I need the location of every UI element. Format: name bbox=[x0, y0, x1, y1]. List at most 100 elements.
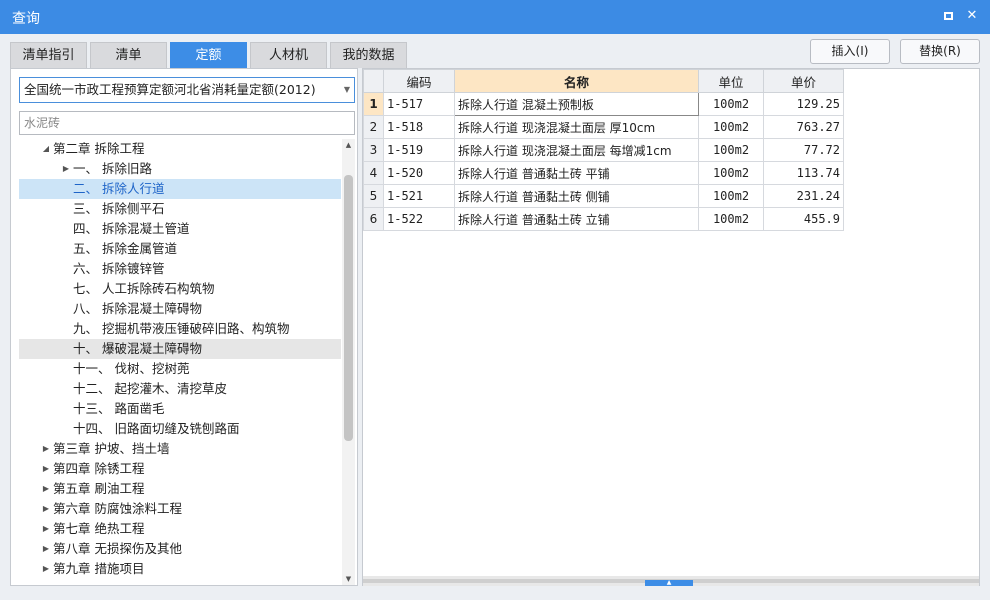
expanded-arrow-icon[interactable]: ◢ bbox=[41, 139, 51, 159]
tree-item-chapter-9[interactable]: ▶ 第九章 措施项目 bbox=[19, 559, 341, 579]
table-row[interactable]: 2 1-518 拆除人行道 现浇混凝土面层 厚10cm 100m2 763.27 bbox=[363, 115, 844, 139]
table-row[interactable]: 5 1-521 拆除人行道 普通黏土砖 侧铺 100m2 231.24 bbox=[363, 184, 844, 208]
tree-scrollbar[interactable]: ▲ ▼ bbox=[342, 139, 355, 585]
cell-code[interactable]: 1-519 bbox=[383, 138, 455, 162]
tree-item-chapter-3[interactable]: ▶ 第三章 护坡、挡土墙 bbox=[19, 439, 341, 459]
tree-scrollbar-thumb[interactable] bbox=[344, 175, 353, 441]
tree-item-section-9[interactable]: 九、 挖掘机带液压锤破碎旧路、构筑物 bbox=[19, 319, 341, 339]
chevron-down-icon: ▼ bbox=[343, 85, 350, 94]
tree-item-section-4[interactable]: 四、 拆除混凝土管道 bbox=[19, 219, 341, 239]
tree-item-chapter-7[interactable]: ▶ 第七章 绝热工程 bbox=[19, 519, 341, 539]
collapsed-arrow-icon[interactable]: ▶ bbox=[61, 159, 71, 179]
tree-item-section-11[interactable]: 十一、 伐树、挖树蔸 bbox=[19, 359, 341, 379]
tree-item-chapter-4[interactable]: ▶ 第四章 除锈工程 bbox=[19, 459, 341, 479]
tree-item-chapter-5[interactable]: ▶ 第五章 刷油工程 bbox=[19, 479, 341, 499]
tree-item-chapter-6[interactable]: ▶ 第六章 防腐蚀涂料工程 bbox=[19, 499, 341, 519]
tree-item-chapter-2[interactable]: ◢ 第二章 拆除工程 bbox=[19, 139, 341, 159]
close-button[interactable]: ✕ bbox=[962, 6, 982, 26]
cell-unit[interactable]: 100m2 bbox=[698, 161, 764, 185]
cell-unit[interactable]: 100m2 bbox=[698, 92, 764, 116]
cell-price[interactable]: 455.9 bbox=[763, 207, 844, 231]
collapsed-arrow-icon[interactable]: ▶ bbox=[41, 559, 51, 579]
quota-table: 编码 名称 单位 单价 1 1-517 拆除人行道 混凝土预制板 100m2 1… bbox=[363, 69, 844, 231]
window-title: 查询 bbox=[12, 11, 40, 27]
column-header-price[interactable]: 单价 bbox=[763, 69, 844, 93]
table-row[interactable]: 4 1-520 拆除人行道 普通黏土砖 平铺 100m2 113.74 bbox=[363, 161, 844, 185]
corner-header bbox=[363, 69, 384, 93]
chevron-up-icon: ▲ bbox=[666, 579, 672, 586]
cell-unit[interactable]: 100m2 bbox=[698, 207, 764, 231]
column-header-name[interactable]: 名称 bbox=[454, 69, 699, 93]
cell-name[interactable]: 拆除人行道 普通黏土砖 侧铺 bbox=[454, 184, 699, 208]
tree-item-section-13[interactable]: 十三、 路面凿毛 bbox=[19, 399, 341, 419]
tree-item-section-3[interactable]: 三、 拆除侧平石 bbox=[19, 199, 341, 219]
cell-unit[interactable]: 100m2 bbox=[698, 184, 764, 208]
maximize-icon bbox=[943, 12, 953, 20]
table-row[interactable]: 6 1-522 拆除人行道 普通黏土砖 立铺 100m2 455.9 bbox=[363, 207, 844, 231]
tab-quota[interactable]: 定额 bbox=[170, 42, 247, 68]
tree-item-section-14[interactable]: 十四、 旧路面切缝及铣刨路面 bbox=[19, 419, 341, 439]
cell-code[interactable]: 1-522 bbox=[383, 207, 455, 231]
tree-item-section-10[interactable]: 十、 爆破混凝土障碍物 bbox=[19, 339, 341, 359]
collapsed-arrow-icon[interactable]: ▶ bbox=[41, 519, 51, 539]
row-number[interactable]: 3 bbox=[363, 138, 384, 162]
row-number[interactable]: 2 bbox=[363, 115, 384, 139]
tab-bill-guide[interactable]: 清单指引 bbox=[10, 42, 87, 68]
library-select[interactable]: 全国统一市政工程预算定额河北省消耗量定额(2012) ▼ bbox=[19, 77, 355, 103]
collapsed-arrow-icon[interactable]: ▶ bbox=[41, 479, 51, 499]
left-panel: 全国统一市政工程预算定额河北省消耗量定额(2012) ▼ 水泥砖 ◢ 第二章 拆除… bbox=[10, 68, 358, 586]
cell-code[interactable]: 1-521 bbox=[383, 184, 455, 208]
table-header-row: 编码 名称 单位 单价 bbox=[363, 69, 844, 93]
table-row[interactable]: 3 1-519 拆除人行道 现浇混凝土面层 每增减1cm 100m2 77.72 bbox=[363, 138, 844, 162]
cell-code[interactable]: 1-518 bbox=[383, 115, 455, 139]
row-number[interactable]: 4 bbox=[363, 161, 384, 185]
insert-button[interactable]: 插入(I) bbox=[810, 39, 890, 64]
scroll-down-icon[interactable]: ▼ bbox=[342, 573, 355, 585]
chapter-tree: ◢ 第二章 拆除工程 ▶ 一、 拆除旧路 二、 拆除人行道 三、 拆除侧平石 四、 … bbox=[19, 139, 341, 585]
table-row[interactable]: 1 1-517 拆除人行道 混凝土预制板 100m2 129.25 bbox=[363, 92, 844, 116]
cell-name[interactable]: 拆除人行道 混凝土预制板 bbox=[454, 92, 699, 116]
tree-item-section-2[interactable]: 二、 拆除人行道 bbox=[19, 179, 341, 199]
tab-labor-material[interactable]: 人材机 bbox=[250, 42, 327, 68]
collapsed-arrow-icon[interactable]: ▶ bbox=[41, 439, 51, 459]
tree-item-chapter-8[interactable]: ▶ 第八章 无损探伤及其他 bbox=[19, 539, 341, 559]
row-number[interactable]: 5 bbox=[363, 184, 384, 208]
cell-name[interactable]: 拆除人行道 普通黏土砖 立铺 bbox=[454, 207, 699, 231]
row-number[interactable]: 1 bbox=[363, 92, 384, 116]
tree-item-section-1[interactable]: ▶ 一、 拆除旧路 bbox=[19, 159, 341, 179]
panel-toggle-button[interactable]: ▲ bbox=[645, 580, 693, 586]
maximize-button[interactable] bbox=[938, 6, 958, 26]
tree-item-section-5[interactable]: 五、 拆除金属管道 bbox=[19, 239, 341, 259]
cell-price[interactable]: 231.24 bbox=[763, 184, 844, 208]
cell-price[interactable]: 129.25 bbox=[763, 92, 844, 116]
cell-code[interactable]: 1-520 bbox=[383, 161, 455, 185]
tab-bill[interactable]: 清单 bbox=[90, 42, 167, 68]
cell-price[interactable]: 113.74 bbox=[763, 161, 844, 185]
tree-item-section-6[interactable]: 六、 拆除镀锌管 bbox=[19, 259, 341, 279]
title-bar: 查询 ✕ bbox=[0, 0, 990, 34]
cell-name[interactable]: 拆除人行道 普通黏土砖 平铺 bbox=[454, 161, 699, 185]
cell-code[interactable]: 1-517 bbox=[383, 92, 455, 116]
cell-unit[interactable]: 100m2 bbox=[698, 115, 764, 139]
collapsed-arrow-icon[interactable]: ▶ bbox=[41, 539, 51, 559]
cell-price[interactable]: 763.27 bbox=[763, 115, 844, 139]
replace-button[interactable]: 替换(R) bbox=[900, 39, 980, 64]
cell-name[interactable]: 拆除人行道 现浇混凝土面层 厚10cm bbox=[454, 115, 699, 139]
column-header-code[interactable]: 编码 bbox=[383, 69, 455, 93]
tree-item-section-12[interactable]: 十二、 起挖灌木、清挖草皮 bbox=[19, 379, 341, 399]
dialog-body: 清单指引 清单 定额 人材机 我的数据 插入(I) 替换(R) 全国统一市政工程… bbox=[0, 34, 990, 600]
right-panel: 编码 名称 单位 单价 1 1-517 拆除人行道 混凝土预制板 100m2 1… bbox=[362, 68, 980, 586]
scroll-up-icon[interactable]: ▲ bbox=[342, 139, 355, 151]
collapsed-arrow-icon[interactable]: ▶ bbox=[41, 499, 51, 519]
cell-name[interactable]: 拆除人行道 现浇混凝土面层 每增减1cm bbox=[454, 138, 699, 162]
tree-item-section-7[interactable]: 七、 人工拆除砖石构筑物 bbox=[19, 279, 341, 299]
search-input[interactable]: 水泥砖 bbox=[19, 111, 355, 135]
collapsed-arrow-icon[interactable]: ▶ bbox=[41, 459, 51, 479]
library-select-value: 全国统一市政工程预算定额河北省消耗量定额(2012) bbox=[24, 82, 316, 97]
tab-my-data[interactable]: 我的数据 bbox=[330, 42, 407, 68]
cell-price[interactable]: 77.72 bbox=[763, 138, 844, 162]
row-number[interactable]: 6 bbox=[363, 207, 384, 231]
cell-unit[interactable]: 100m2 bbox=[698, 138, 764, 162]
column-header-unit[interactable]: 单位 bbox=[698, 69, 764, 93]
tree-item-section-8[interactable]: 八、 拆除混凝土障碍物 bbox=[19, 299, 341, 319]
